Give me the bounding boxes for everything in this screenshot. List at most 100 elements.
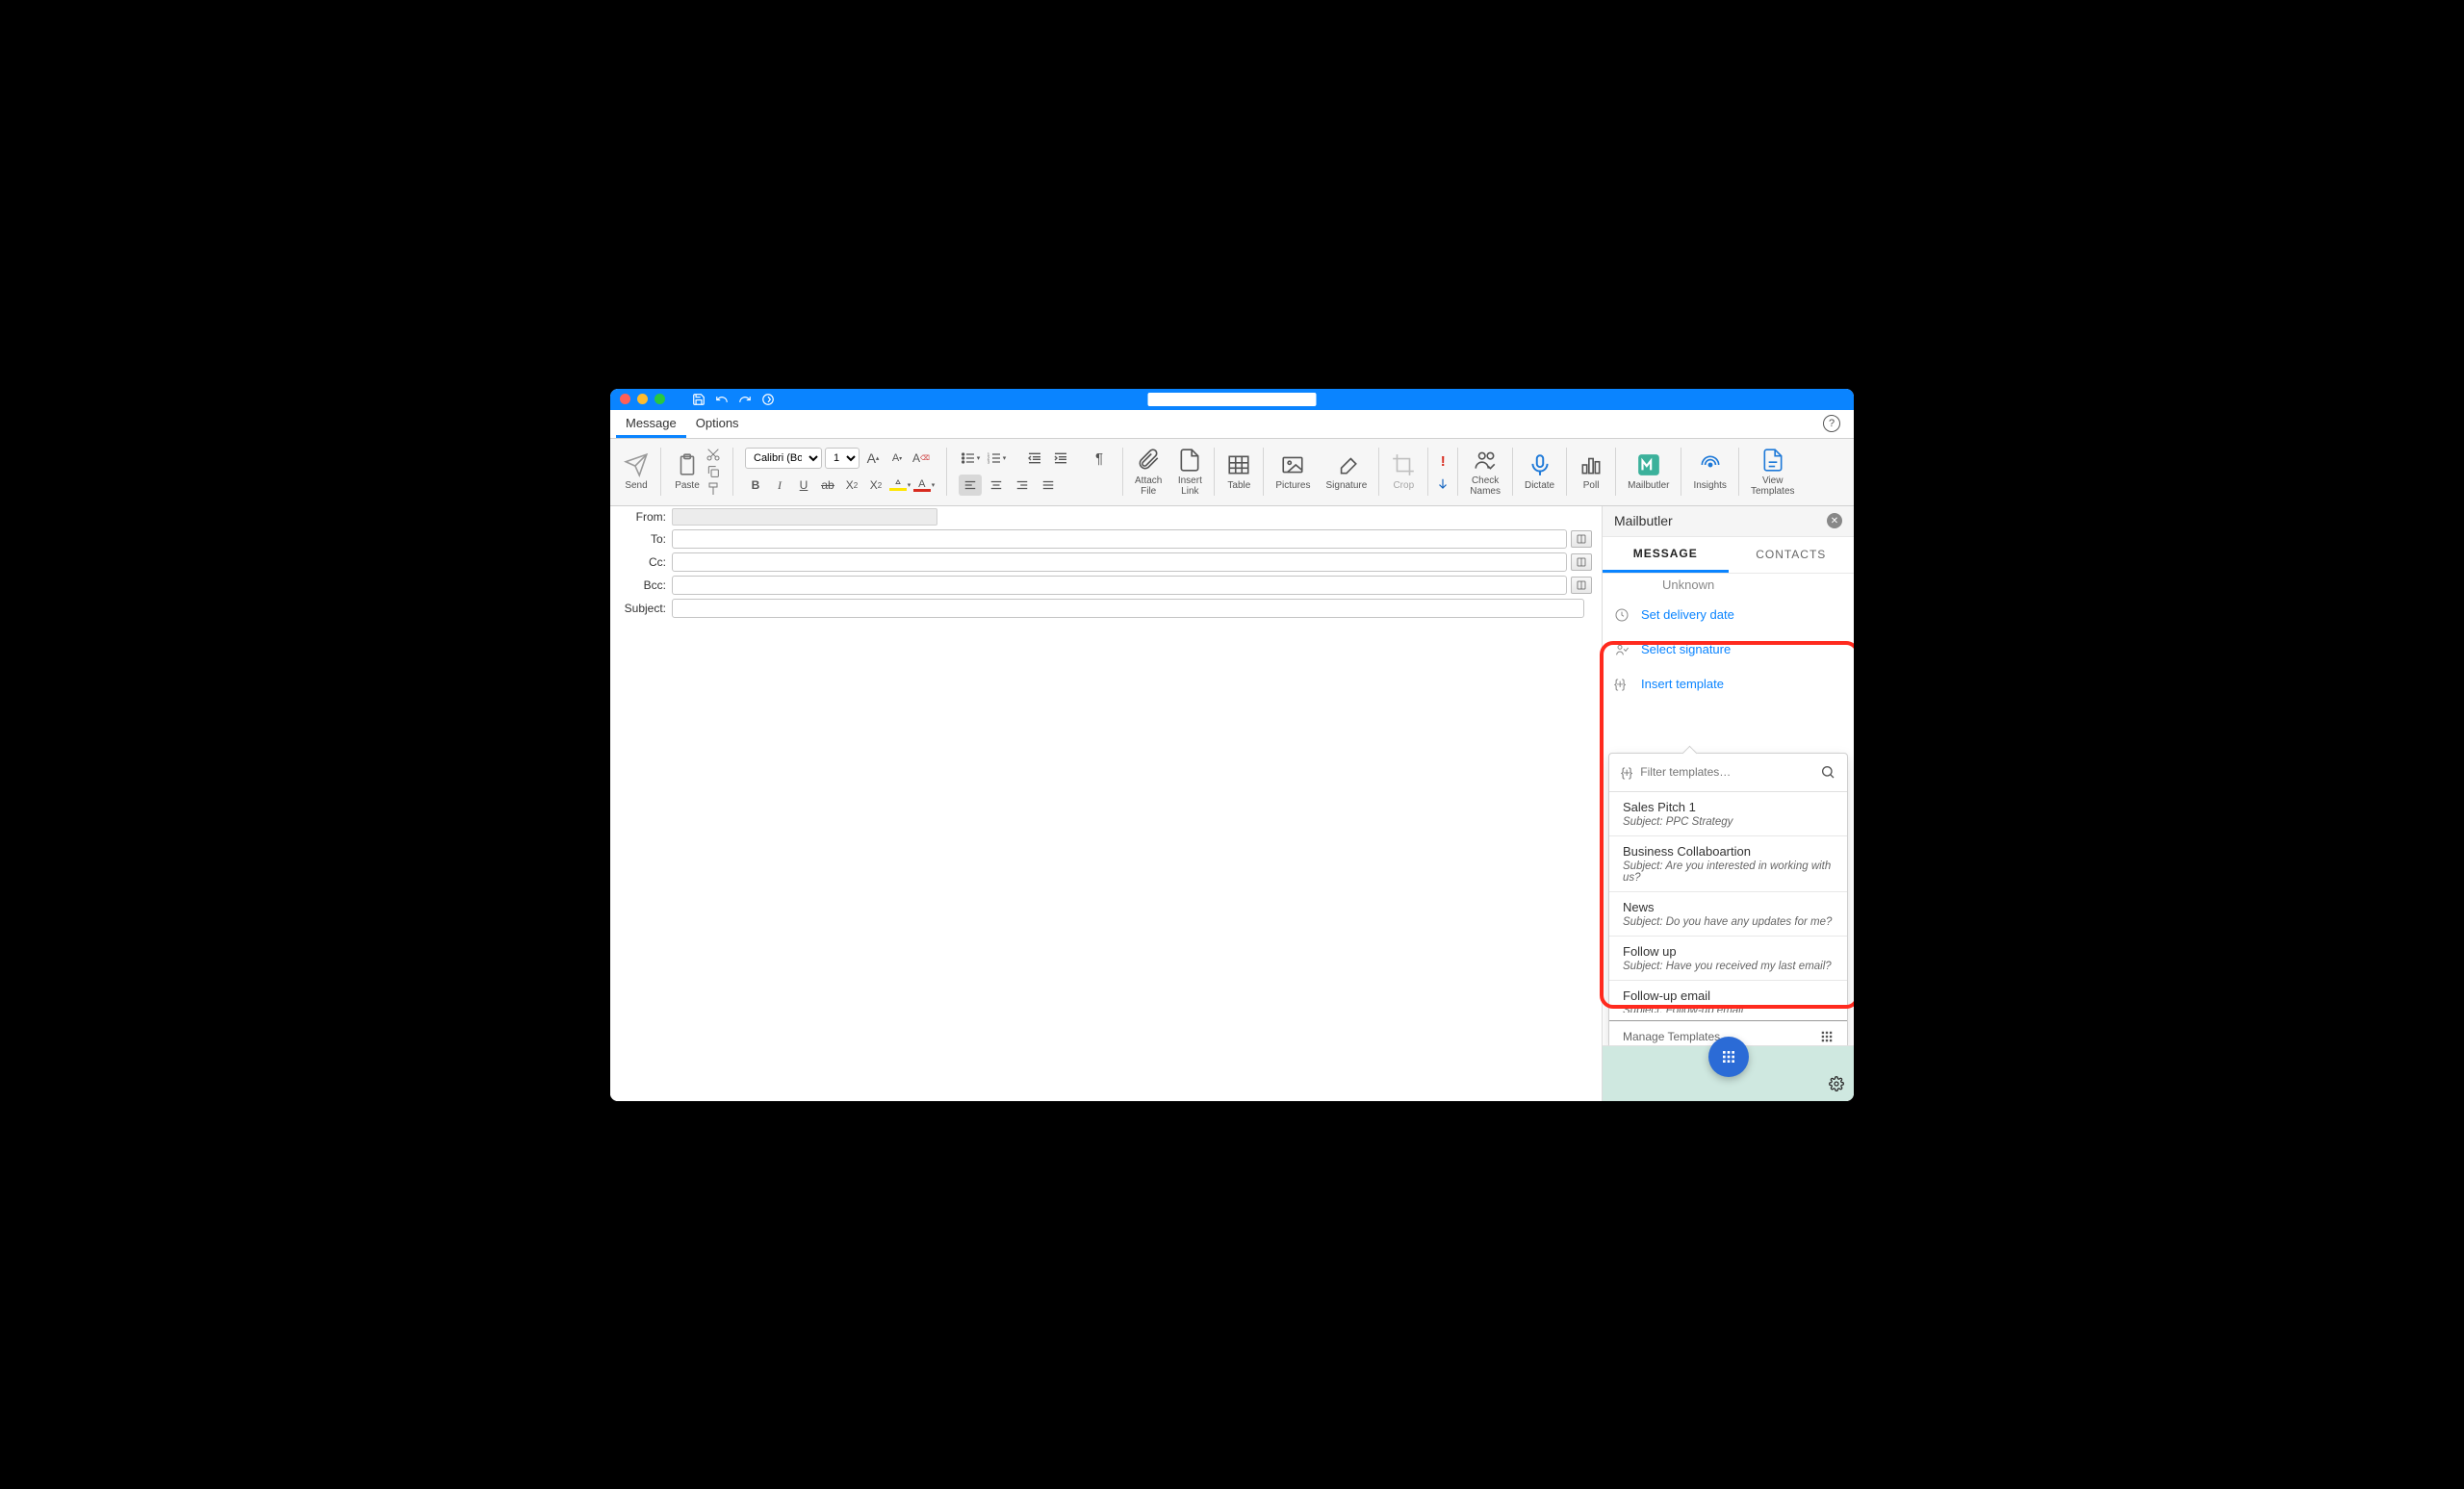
insights-button[interactable]: Insights [1685,443,1733,501]
align-justify-button[interactable] [1037,475,1060,496]
show-marks-button[interactable]: ¶ [1088,448,1111,469]
save-icon[interactable] [692,393,706,406]
template-item[interactable]: News Subject: Do you have any updates fo… [1609,892,1847,937]
font-name-select[interactable]: Calibri (Bo… [745,448,822,469]
bcc-label: Bcc: [620,578,666,592]
select-signature-button[interactable]: Select signature [1603,632,1854,667]
template-popup: {+} Sales Pitch 1 Subject: PPC Strategy … [1608,753,1848,1045]
panel-tab-contacts[interactable]: CONTACTS [1729,537,1855,573]
subscript-button[interactable]: X2 [841,475,862,496]
signature-button[interactable]: Signature [1318,443,1374,501]
paperclip-icon [1136,448,1161,473]
low-importance-button[interactable] [1436,477,1450,491]
superscript-button[interactable]: X2 [865,475,886,496]
font-size-select[interactable]: 11 [825,448,860,469]
minimize-window-button[interactable] [637,394,648,404]
titlebar [610,389,1854,410]
search-icon[interactable] [1820,764,1835,780]
check-names-icon [1473,448,1498,473]
bullets-button[interactable]: ▾ [959,448,982,469]
redo-icon[interactable] [738,393,752,406]
link-icon [1177,448,1202,473]
panel-tab-message[interactable]: MESSAGE [1603,537,1729,573]
traffic-lights [620,394,665,404]
insert-template-button[interactable]: {+} Insert template [1603,667,1854,702]
svg-text:3: 3 [987,459,989,464]
subject-input[interactable] [672,599,1584,618]
template-item[interactable]: Follow-up email Subject: Follow-up email [1609,981,1847,1021]
crop-button[interactable]: Crop [1383,443,1424,501]
cc-input[interactable] [672,552,1567,572]
template-filter-input[interactable] [1640,765,1810,779]
align-left-button[interactable] [959,475,982,496]
clock-icon [1614,607,1630,623]
grow-font-button[interactable]: A▴ [862,448,884,469]
underline-button[interactable]: U [793,475,814,496]
copy-icon[interactable] [706,464,721,479]
pictures-button[interactable]: Pictures [1268,443,1318,501]
pen-icon [1334,452,1359,477]
clipboard-group: Paste [665,439,729,505]
set-delivery-date-button[interactable]: Set delivery date [1603,598,1854,632]
quick-access-toolbar [692,393,775,406]
strikethrough-button[interactable]: ab [817,475,838,496]
tab-options[interactable]: Options [686,409,749,438]
view-templates-button[interactable]: View Templates [1743,443,1803,501]
increase-indent-button[interactable] [1049,448,1072,469]
ribbon: Send Paste Calibri (Bo… 11 A▴ [610,439,1854,506]
poll-button[interactable]: Poll [1571,443,1611,501]
font-color-button[interactable]: A▾ [913,475,935,496]
align-right-button[interactable] [1011,475,1034,496]
italic-button[interactable]: I [769,475,790,496]
to-input[interactable] [672,529,1567,549]
template-item[interactable]: Sales Pitch 1 Subject: PPC Strategy [1609,792,1847,836]
format-painter-icon[interactable] [706,481,721,497]
insert-link-button[interactable]: Insert Link [1169,443,1210,501]
attach-file-button[interactable]: Attach File [1127,443,1169,501]
close-window-button[interactable] [620,394,630,404]
help-button[interactable]: ? [1823,415,1840,432]
panel-close-button[interactable]: ✕ [1827,513,1842,528]
high-importance-button[interactable]: ! [1441,453,1446,470]
undo-icon[interactable] [715,393,729,406]
bcc-input[interactable] [672,576,1567,595]
signature-icon [1614,642,1630,657]
tab-message[interactable]: Message [616,409,686,438]
poll-icon [1578,452,1604,477]
maximize-window-button[interactable] [654,394,665,404]
grid-icon [1721,1049,1736,1065]
settings-button[interactable] [1829,1076,1844,1091]
shrink-font-button[interactable]: A▾ [886,448,908,469]
send-button[interactable]: Send [616,443,656,501]
cut-icon[interactable] [706,447,721,462]
template-braces-icon: {+} [1614,677,1630,692]
microphone-icon [1527,452,1553,477]
paste-button[interactable]: Paste [673,443,702,501]
mailbutler-ribbon-button[interactable]: Mailbutler [1620,443,1677,501]
bold-button[interactable]: B [745,475,766,496]
bcc-address-book-button[interactable] [1571,577,1592,594]
template-item[interactable]: Follow up Subject: Have you received my … [1609,937,1847,981]
table-icon [1226,452,1251,477]
template-filter-icon: {+} [1621,765,1630,780]
message-body-area[interactable] [610,620,1602,1101]
from-field[interactable] [672,508,937,526]
to-label: To: [620,532,666,546]
align-center-button[interactable] [985,475,1008,496]
to-address-book-button[interactable] [1571,530,1592,548]
cc-address-book-button[interactable] [1571,553,1592,571]
main-area: From: To: Cc: Bcc: Subject: [610,506,1854,1101]
decrease-indent-button[interactable] [1023,448,1046,469]
template-item[interactable]: Business Collaboartion Subject: Are you … [1609,836,1847,892]
numbering-button[interactable]: 123▾ [985,448,1008,469]
send-receive-icon[interactable] [761,393,775,406]
table-button[interactable]: Table [1219,443,1259,501]
clear-formatting-button[interactable]: A⌫ [911,448,932,469]
highlight-button[interactable]: ▾ [889,475,911,496]
mailbutler-icon [1636,452,1661,477]
check-names-button[interactable]: Check Names [1462,443,1508,501]
title-search-input[interactable] [1148,393,1317,406]
dictate-button[interactable]: Dictate [1517,443,1562,501]
mailbutler-fab[interactable] [1708,1037,1749,1077]
ribbon-tabs: Message Options ? [610,410,1854,439]
